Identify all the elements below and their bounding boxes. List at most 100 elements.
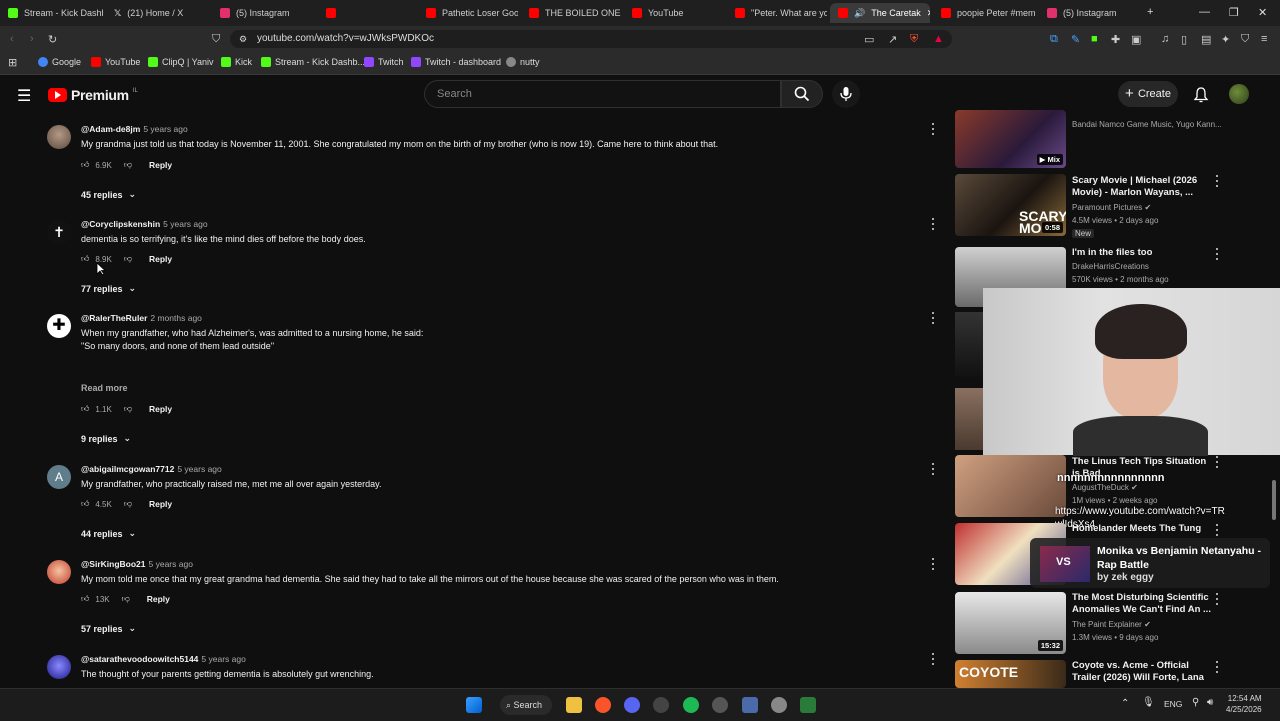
recommended-video[interactable]: 15:32 The Most Disturbing Scientific Ano…: [955, 592, 1275, 654]
browser-tab[interactable]: (5) Instagram: [212, 3, 315, 23]
video-more-icon[interactable]: [1213, 523, 1221, 537]
browser-tab[interactable]: YouTube: [624, 3, 724, 23]
comment-time[interactable]: 2 months ago: [150, 313, 202, 323]
comment-avatar[interactable]: [47, 560, 71, 584]
like-icon[interactable]: 👍︎: [81, 594, 89, 604]
url-bar[interactable]: ⚙ youtube.com/watch?v=wJWksPWDKOc: [230, 30, 952, 48]
browser-tab[interactable]: 𝕏 (21) Home / X: [106, 3, 209, 23]
file-explorer-icon[interactable]: [566, 697, 582, 713]
browser-tab[interactable]: THE BOILED ONE P: [521, 3, 621, 23]
read-more-link[interactable]: Read more: [81, 383, 128, 393]
app-icon[interactable]: [800, 697, 816, 713]
account-avatar[interactable]: [1229, 84, 1249, 104]
system-clock[interactable]: 12:54 AM 4/25/2026: [1226, 693, 1262, 715]
comment-author[interactable]: @abigailmcgowan7712: [81, 464, 174, 474]
vpn-icon[interactable]: ⛉: [1241, 33, 1249, 46]
like-icon[interactable]: 👍︎: [81, 404, 89, 414]
create-button[interactable]: + Create: [1118, 81, 1178, 107]
apps-grid-icon[interactable]: ⊞: [8, 56, 17, 69]
comment-more-icon[interactable]: [929, 556, 937, 572]
window-close-icon[interactable]: ✕: [1258, 6, 1267, 19]
video-title[interactable]: Scary Movie | Michael (2026 Movie) - Mar…: [1072, 175, 1212, 199]
video-thumbnail[interactable]: ▶︎ Mix: [955, 110, 1066, 168]
close-icon[interactable]: ✕: [927, 8, 930, 19]
video-more-icon[interactable]: [1213, 174, 1221, 188]
app-icon[interactable]: [653, 697, 669, 713]
wallet-icon[interactable]: ▤: [1201, 33, 1211, 46]
view-replies-button[interactable]: 57 replies ⌄: [81, 623, 136, 634]
reply-button[interactable]: Reply: [149, 404, 172, 414]
search-input[interactable]: Search: [424, 80, 781, 108]
browser-tab-active[interactable]: 🔊The Caretak✕: [830, 3, 930, 23]
video-channel[interactable]: AugustTheDuck ✔: [1072, 483, 1138, 492]
bookmark-icon[interactable]: ⛉: [212, 33, 220, 46]
comment-more-icon[interactable]: [929, 121, 937, 137]
dislike-icon[interactable]: 👎︎: [124, 160, 132, 170]
discord-icon[interactable]: [624, 697, 640, 713]
bookmark-kick[interactable]: Kick: [221, 57, 252, 67]
video-thumbnail[interactable]: COYOTE: [955, 660, 1066, 688]
brave-browser-icon[interactable]: [595, 697, 611, 713]
sidebar-icon[interactable]: ▯: [1181, 33, 1187, 46]
browser-tab[interactable]: [318, 3, 418, 23]
like-icon[interactable]: 👍︎: [81, 499, 89, 509]
video-thumbnail[interactable]: SCARY MO 0:58: [955, 174, 1066, 236]
video-thumbnail[interactable]: 15:32: [955, 592, 1066, 654]
cast-icon[interactable]: ▭: [864, 33, 874, 46]
youtube-logo[interactable]: Premium IL: [48, 87, 138, 103]
comment-time[interactable]: 5 years ago: [163, 219, 207, 229]
reply-button[interactable]: Reply: [149, 254, 172, 264]
browser-tab[interactable]: Stream - Kick Dashb: [0, 3, 103, 23]
bookmark-nutty[interactable]: nutty: [506, 57, 540, 67]
recommended-video[interactable]: COYOTE Coyote vs. Acme - Official Traile…: [955, 660, 1275, 695]
microphone-icon[interactable]: 🎙︎: [1142, 697, 1155, 708]
video-title[interactable]: I'm in the files too: [1072, 247, 1212, 259]
brave-shield-icon[interactable]: ⛨: [910, 33, 918, 46]
extension-icon[interactable]: ▣: [1131, 33, 1141, 46]
video-more-icon[interactable]: [1213, 660, 1221, 674]
video-more-icon[interactable]: [1213, 455, 1221, 469]
like-icon[interactable]: 👍︎: [81, 254, 89, 264]
reply-button[interactable]: Reply: [147, 594, 170, 604]
comment-more-icon[interactable]: [929, 461, 937, 477]
comment-time[interactable]: 5 years ago: [149, 559, 193, 569]
video-channel[interactable]: Bandai Namco Game Music, Yugo Kann...: [1072, 120, 1222, 129]
bookmark-google[interactable]: Google: [38, 57, 81, 67]
video-channel[interactable]: The Paint Explainer ✔: [1072, 620, 1151, 629]
video-more-icon[interactable]: [1213, 247, 1221, 261]
comment-time[interactable]: 5 years ago: [143, 124, 187, 134]
menu-icon[interactable]: ≡: [1261, 33, 1267, 45]
extension-icon[interactable]: ■: [1091, 33, 1098, 45]
bookmark-youtube[interactable]: YouTube: [91, 57, 140, 67]
share-icon[interactable]: ↗: [888, 33, 897, 46]
recommended-video[interactable]: ▶︎ Mix Bandai Namco Game Music, Yugo Kan…: [955, 110, 1275, 169]
site-info-icon[interactable]: ⚙: [239, 30, 247, 48]
comment-avatar[interactable]: [47, 125, 71, 149]
comment-author[interactable]: @Adam-de8jm: [81, 124, 140, 134]
reply-button[interactable]: Reply: [149, 160, 172, 170]
browser-tab[interactable]: poopie Peter #mem: [933, 3, 1036, 23]
volume-icon[interactable]: 🔊︎: [1207, 697, 1213, 708]
comment-time[interactable]: 5 years ago: [177, 464, 221, 474]
language-indicator[interactable]: ENG: [1164, 699, 1182, 709]
comment-time[interactable]: 5 years ago: [201, 654, 245, 664]
spotify-icon[interactable]: [683, 697, 699, 713]
reload-icon[interactable]: ↻: [48, 33, 57, 46]
view-replies-button[interactable]: 9 replies ⌄: [81, 433, 131, 444]
video-channel[interactable]: DrakeHarrisCreations: [1072, 262, 1149, 271]
new-tab-icon[interactable]: +: [1147, 6, 1153, 18]
media-icon[interactable]: ♫: [1161, 33, 1169, 45]
bookmark-clipq[interactable]: ClipQ | Yaniv: [148, 57, 214, 67]
restore-icon[interactable]: ❐: [1229, 6, 1239, 19]
view-replies-button[interactable]: 44 replies ⌄: [81, 528, 136, 539]
bookmark-kick-dashboard[interactable]: Stream - Kick Dashb...: [261, 57, 365, 67]
windows-start-icon[interactable]: [466, 697, 482, 713]
browser-tab[interactable]: (5) Instagram: [1039, 3, 1142, 23]
reply-button[interactable]: Reply: [149, 499, 172, 509]
recommended-video[interactable]: SCARY MO 0:58 Scary Movie | Michael (2026…: [955, 174, 1275, 238]
video-title[interactable]: Homelander Meets The Tung: [1072, 523, 1212, 535]
bookmark-twitch-dashboard[interactable]: Twitch - dashboard: [411, 57, 501, 67]
extension-icon[interactable]: ⧉: [1050, 33, 1058, 46]
hamburger-menu-icon[interactable]: ☰: [17, 86, 31, 106]
minimize-icon[interactable]: —: [1199, 6, 1210, 18]
